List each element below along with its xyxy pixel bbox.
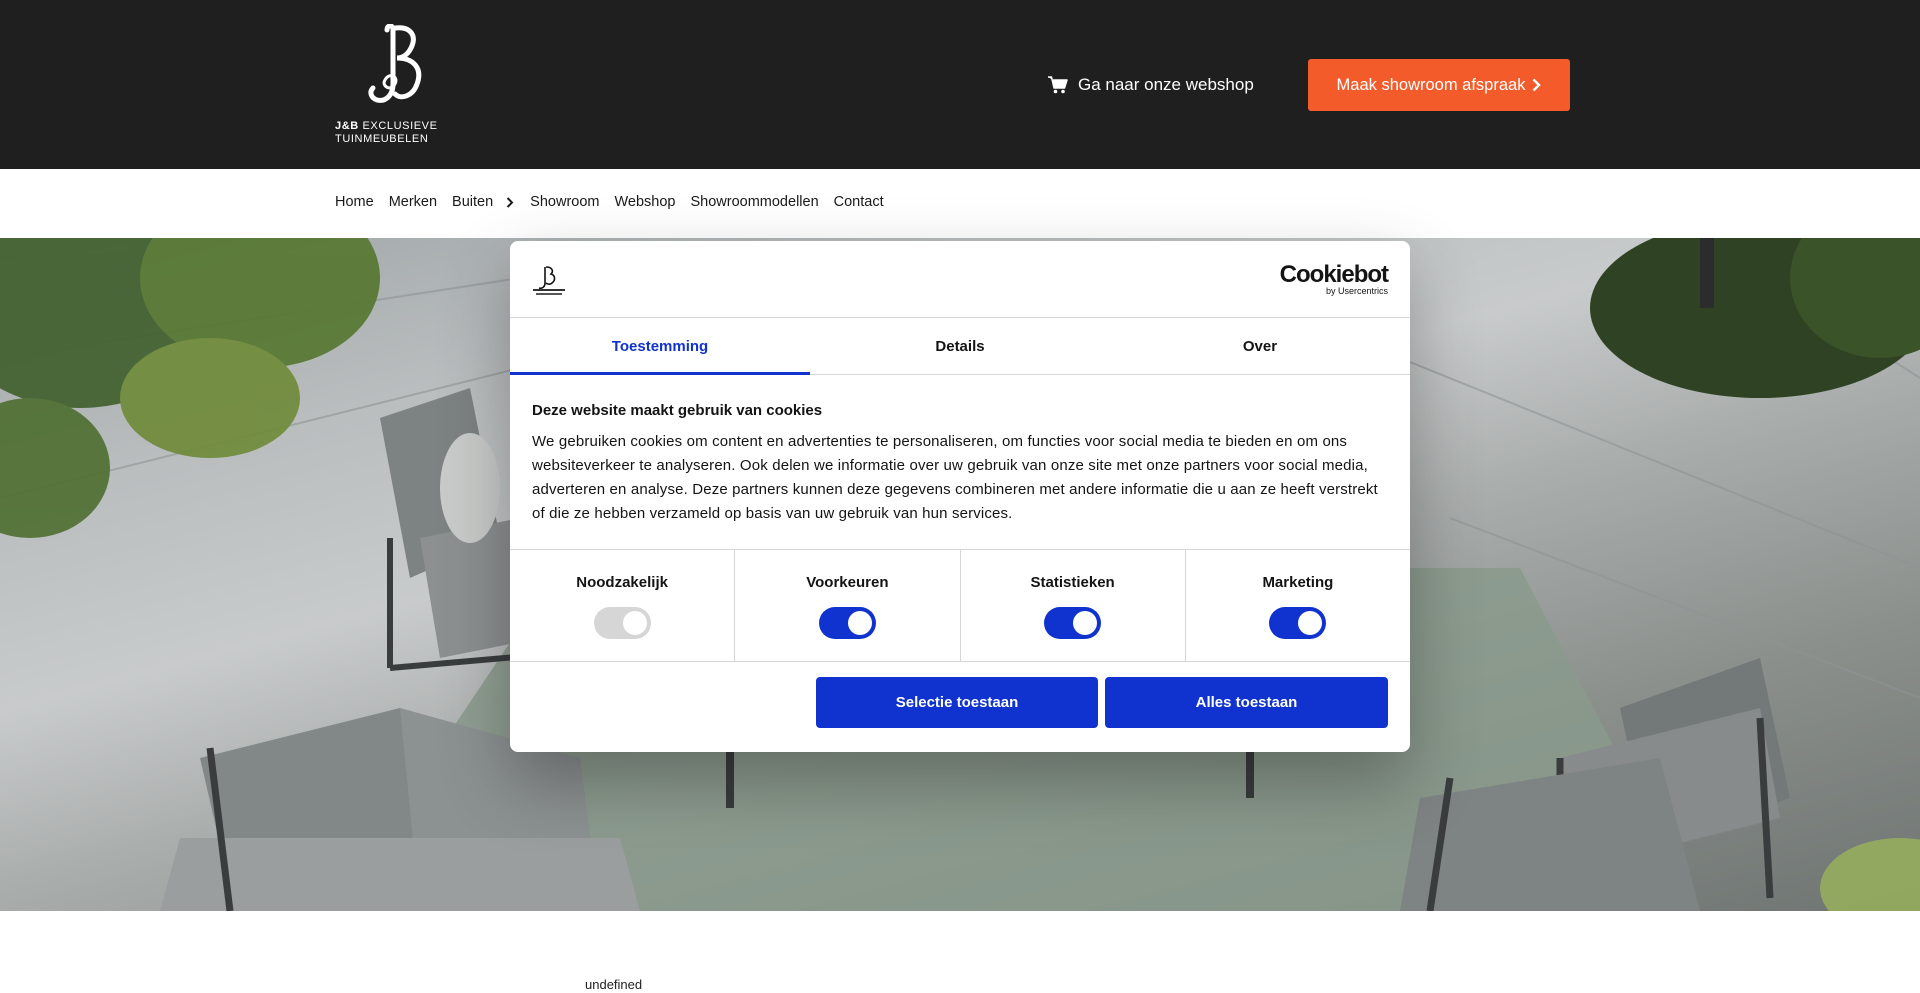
toggle-group-statistieken: Statistieken [961, 550, 1186, 661]
toggle-statistieken[interactable] [1044, 607, 1102, 639]
cookie-consent-dialog: Cookiebot by Usercentrics Toestemming De… [510, 241, 1410, 752]
cookiebot-logo[interactable]: Cookiebot by Usercentrics [1280, 263, 1389, 297]
toggle-voorkeuren[interactable] [818, 607, 876, 639]
showroom-appointment-label: Maak showroom afspraak [1336, 75, 1526, 94]
dialog-footer: Selectie toestaan Alles toestaan [510, 662, 1410, 752]
nav-item-contact[interactable]: Contact [834, 194, 884, 210]
toggle-noodzakelijk [593, 607, 651, 639]
page-placeholder-text: undefined [585, 977, 643, 992]
jb-monogram-icon [368, 24, 422, 103]
main-navigation: Home Merken Buiten Showroom Webshop Show… [0, 169, 1920, 238]
nav-item-showroom[interactable]: Showroom [530, 194, 599, 210]
toggle-label-marketing: Marketing [1262, 574, 1334, 591]
chevron-right-icon[interactable] [506, 196, 514, 208]
allow-selection-button[interactable]: Selectie toestaan [816, 677, 1098, 728]
toggle-group-marketing: Marketing [1186, 550, 1410, 661]
nav-item-webshop[interactable]: Webshop [614, 194, 675, 210]
toggle-group-noodzakelijk: Noodzakelijk [510, 550, 736, 661]
toggle-knob [847, 611, 872, 635]
toggle-knob [622, 611, 647, 635]
dialog-body: Deze website maakt gebruik van cookies W… [532, 402, 1382, 526]
tab-toestemming[interactable]: Toestemming [510, 318, 810, 375]
site-logo-small [533, 266, 565, 295]
chevron-right-icon [1533, 78, 1542, 92]
showroom-appointment-button[interactable]: Maak showroom afspraak [1308, 59, 1570, 111]
toggle-knob [1073, 611, 1098, 635]
nav-menu: Home Merken Buiten Showroom Webshop Show… [335, 194, 899, 210]
allow-all-button[interactable]: Alles toestaan [1105, 677, 1388, 728]
toggle-marketing[interactable] [1269, 607, 1327, 639]
foliage-left [0, 238, 380, 538]
cart-icon [1048, 76, 1068, 94]
toggle-label-statistieken: Statistieken [1030, 574, 1115, 591]
consent-toggles: Noodzakelijk Voorkeuren Statistieken Mar… [510, 549, 1410, 662]
nav-item-showroommodellen[interactable]: Showroommodellen [690, 194, 818, 210]
tab-details[interactable]: Details [810, 318, 1110, 374]
site-header: J&B EXCLUSIEVE TUINMEUBELEN Ga naar onze… [0, 0, 1920, 169]
hedge-right [1590, 238, 1920, 398]
site-logo[interactable]: J&B EXCLUSIEVE TUINMEUBELEN [335, 24, 445, 149]
toggle-knob [1298, 611, 1323, 635]
nav-item-buiten[interactable]: Buiten [452, 194, 493, 210]
logo-text: J&B EXCLUSIEVE TUINMEUBELEN [335, 120, 438, 145]
dialog-header: Cookiebot by Usercentrics [510, 241, 1410, 318]
toggle-label-noodzakelijk: Noodzakelijk [576, 574, 668, 591]
webshop-link[interactable]: Ga naar onze webshop [1048, 72, 1254, 98]
dialog-title: Deze website maakt gebruik van cookies [532, 402, 823, 419]
nav-item-merken[interactable]: Merken [389, 194, 437, 210]
toggle-group-voorkeuren: Voorkeuren [735, 550, 961, 661]
dialog-tabs: Toestemming Details Over [510, 318, 1410, 375]
toggle-label-voorkeuren: Voorkeuren [806, 574, 889, 591]
nav-item-home[interactable]: Home [335, 194, 374, 210]
webshop-link-label: Ga naar onze webshop [1078, 75, 1254, 94]
tab-over[interactable]: Over [1110, 318, 1410, 374]
dialog-description: We gebruiken cookies om content en adver… [532, 433, 1378, 522]
